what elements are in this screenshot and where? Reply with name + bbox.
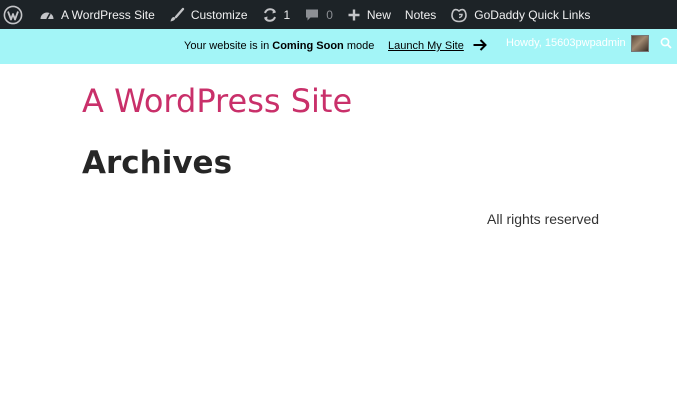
coming-soon-notice: Your website is in Coming Soon mode Laun… (0, 29, 677, 64)
coming-soon-suffix: mode (343, 40, 375, 52)
site-title-link[interactable]: A WordPress Site (82, 82, 352, 120)
footer-copyright: All rights reserved (487, 211, 600, 227)
godaddy-icon (451, 8, 468, 22)
comment-icon (306, 9, 319, 20)
plus-icon (348, 9, 360, 20)
dashboard-icon (40, 12, 54, 19)
updates-count: 1 (283, 7, 291, 22)
wordpress-icon (3, 5, 23, 24)
notes-label: Notes (404, 7, 437, 22)
new-label: New (366, 7, 391, 22)
updates-icon (263, 7, 276, 22)
godaddy-label: GoDaddy Quick Links (474, 7, 591, 22)
search-icon[interactable] (660, 37, 672, 49)
user-avatar[interactable] (631, 35, 649, 52)
coming-soon-mode: Coming Soon (272, 40, 344, 52)
howdy-account-menu[interactable]: Howdy, 15603pwpadmin (506, 37, 626, 49)
site-name-label: A WordPress Site (61, 7, 155, 22)
wordpress-logo-menu[interactable] (0, 0, 32, 29)
customize-menu[interactable]: Customize (162, 0, 255, 29)
godaddy-quick-links-menu[interactable]: GoDaddy Quick Links (443, 0, 597, 29)
coming-soon-message: Your website is in Coming Soon mode (184, 40, 374, 52)
comments-menu[interactable]: 0 (297, 0, 340, 29)
page-title: Archives (82, 145, 233, 181)
arrow-right-icon[interactable] (472, 38, 488, 52)
notes-menu[interactable]: Notes (398, 0, 443, 29)
comments-count: 0 (326, 7, 333, 22)
new-content-menu[interactable]: New (340, 0, 398, 29)
paintbrush-icon (170, 7, 185, 21)
updates-menu[interactable]: 1 (255, 0, 298, 29)
customize-label: Customize (190, 7, 248, 22)
admin-bar: A WordPress Site Customize 1 0 New Notes (0, 0, 677, 29)
coming-soon-prefix: Your website is in (184, 40, 273, 52)
site-name-menu[interactable]: A WordPress Site (32, 0, 162, 29)
launch-my-site-link[interactable]: Launch My Site (388, 40, 464, 52)
